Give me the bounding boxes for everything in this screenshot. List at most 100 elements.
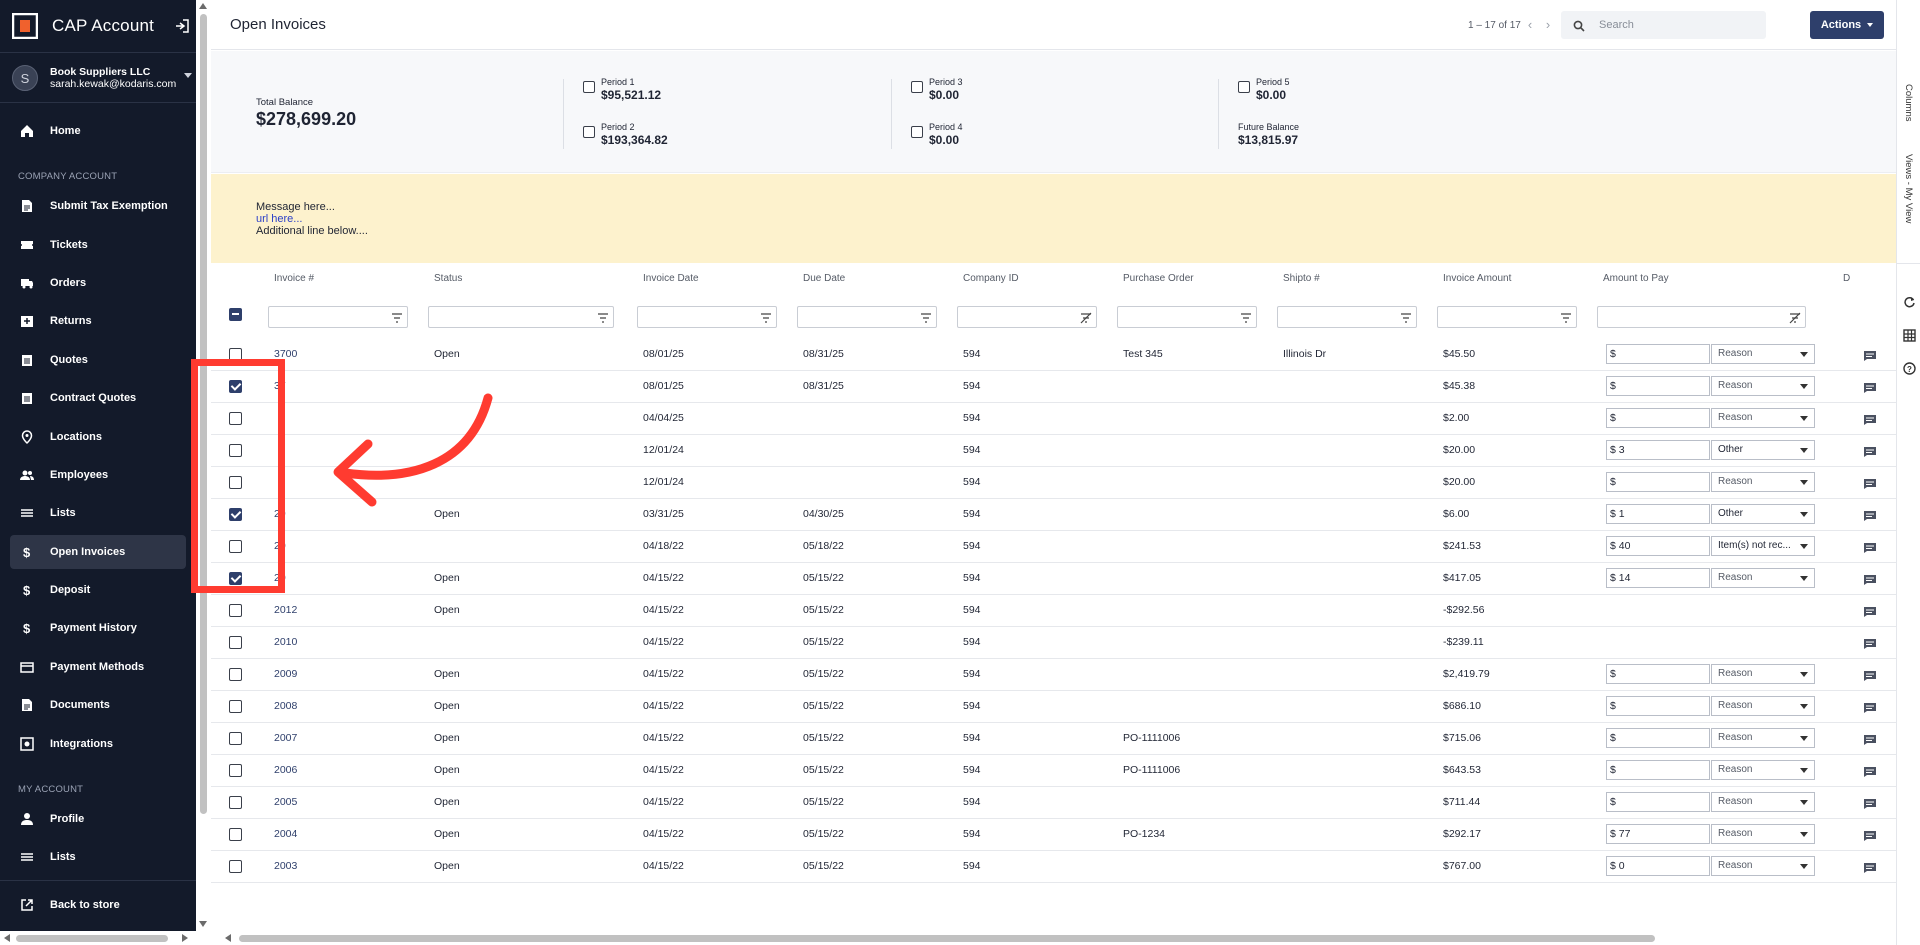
table-row[interactable]: 3700 Open 08/01/25 08/31/25 594 Test 345 Illin…: [211, 339, 1896, 371]
period-1[interactable]: Period 1 $95,521.12: [583, 77, 661, 102]
amount-to-pay-input[interactable]: $ 77: [1606, 824, 1710, 844]
comment-icon[interactable]: [1863, 861, 1877, 873]
sidebar-item-returns[interactable]: Returns: [10, 304, 186, 338]
period-1-checkbox[interactable]: [583, 81, 595, 93]
sidebar-horizontal-scrollbar[interactable]: [0, 931, 210, 945]
table-row[interactable]: 2012 Open 04/15/22 05/15/22 594 -$292.56: [211, 595, 1896, 627]
scroll-left-icon[interactable]: [225, 934, 231, 942]
table-row[interactable]: 2010 04/15/22 05/15/22 594 -$239.11: [211, 627, 1896, 659]
column-header-d[interactable]: D: [1843, 273, 1850, 284]
filter-input-status[interactable]: [428, 306, 614, 328]
scroll-right-icon[interactable]: [182, 934, 188, 942]
column-header-due-date[interactable]: Due Date: [803, 273, 845, 284]
table-row[interactable]: 2003 Open 04/15/22 05/15/22 594 $767.00 $ 0 Rea…: [211, 851, 1896, 883]
reason-select[interactable]: Reason: [1711, 568, 1815, 588]
sidebar-item-orders[interactable]: Orders: [10, 266, 186, 300]
column-header-invoice-date[interactable]: Invoice Date: [643, 273, 699, 284]
sidebar-item-tickets[interactable]: Tickets: [10, 228, 186, 262]
comment-icon[interactable]: [1863, 413, 1877, 425]
reason-select[interactable]: Reason: [1711, 760, 1815, 780]
sidebar-item-home[interactable]: Home: [10, 114, 186, 148]
comment-icon[interactable]: [1863, 637, 1877, 649]
sidebar-item-integrations[interactable]: Integrations: [10, 727, 186, 761]
filter-icon[interactable]: [391, 311, 403, 323]
amount-to-pay-input[interactable]: $: [1606, 728, 1710, 748]
comment-icon[interactable]: [1863, 509, 1877, 521]
scroll-down-icon[interactable]: [199, 921, 207, 927]
cell-invoice-number[interactable]: 2003: [274, 860, 297, 872]
reason-select[interactable]: Reason: [1711, 824, 1815, 844]
period-3[interactable]: Period 3 $0.00: [911, 77, 963, 102]
sidebar-item-documents[interactable]: Documents: [10, 688, 186, 722]
column-header-amount-to-pay[interactable]: Amount to Pay: [1603, 273, 1669, 284]
scroll-left-icon[interactable]: [4, 934, 10, 942]
period-4[interactable]: Period 4 $0.00: [911, 122, 963, 147]
filter-input-shipto[interactable]: [1277, 306, 1417, 328]
scrollbar-thumb[interactable]: [16, 935, 168, 942]
table-row[interactable]: 2004 Open 04/15/22 05/15/22 594 PO-1234 $292.1…: [211, 819, 1896, 851]
sidebar-item-quotes[interactable]: Quotes: [10, 343, 186, 377]
column-header-invoice-number[interactable]: Invoice #: [274, 273, 314, 284]
filter-icon[interactable]: [920, 311, 932, 323]
row-checkbox[interactable]: [229, 668, 242, 681]
period-3-checkbox[interactable]: [911, 81, 923, 93]
row-checkbox[interactable]: [229, 700, 242, 713]
reason-select[interactable]: Other: [1711, 440, 1815, 460]
search-input[interactable]: [1599, 19, 1759, 31]
row-checkbox[interactable]: [229, 732, 242, 745]
columns-panel-toggle[interactable]: Columns: [1903, 84, 1914, 122]
reason-select[interactable]: Reason: [1711, 728, 1815, 748]
column-header-invoice-amount[interactable]: Invoice Amount: [1443, 273, 1511, 284]
amount-to-pay-input[interactable]: $ 14: [1606, 568, 1710, 588]
reason-select[interactable]: Reason: [1711, 792, 1815, 812]
column-header-purchase-order[interactable]: Purchase Order: [1123, 273, 1194, 284]
cell-invoice-number[interactable]: 2008: [274, 700, 297, 712]
amount-to-pay-input[interactable]: $: [1606, 408, 1710, 428]
table-grid-icon[interactable]: [1903, 329, 1916, 342]
help-icon[interactable]: ?: [1903, 362, 1916, 375]
table-row[interactable]: 2007 Open 04/15/22 05/15/22 594 PO-1111006 $71…: [211, 723, 1896, 755]
comment-icon[interactable]: [1863, 605, 1877, 617]
sidebar-item-my-lists[interactable]: Lists: [10, 840, 186, 874]
actions-button[interactable]: Actions: [1810, 11, 1884, 39]
filter-input-invoice-number[interactable]: [268, 306, 408, 328]
table-row[interactable]: 2008 Open 04/15/22 05/15/22 594 $686.10 $ Reaso…: [211, 691, 1896, 723]
row-checkbox[interactable]: [229, 636, 242, 649]
scrollbar-thumb[interactable]: [239, 935, 1655, 942]
sidebar-item-employees[interactable]: Employees: [10, 458, 186, 492]
filter-icon[interactable]: [1400, 311, 1412, 323]
amount-to-pay-input[interactable]: $: [1606, 472, 1710, 492]
filter-input-invoice-amount[interactable]: [1437, 306, 1577, 328]
reason-select[interactable]: Other: [1711, 504, 1815, 524]
comment-icon[interactable]: [1863, 381, 1877, 393]
filter-input-amount-to-pay[interactable]: [1597, 306, 1806, 328]
sidebar-item-contract-quotes[interactable]: Contract Quotes: [10, 381, 186, 415]
table-row[interactable]: 2005 Open 04/15/22 05/15/22 594 $711.44 $ Reaso…: [211, 787, 1896, 819]
cell-invoice-number[interactable]: 2005: [274, 796, 297, 808]
sidebar-item-lists[interactable]: Lists: [10, 496, 186, 530]
kodaris-logo-icon[interactable]: [12, 13, 38, 39]
table-row[interactable]: 20 04/18/22 05/18/22 594 $241.53 $ 40 Item(s) …: [211, 531, 1896, 563]
period-5[interactable]: Period 5 $0.00: [1238, 77, 1290, 102]
comment-icon[interactable]: [1863, 669, 1877, 681]
comment-icon[interactable]: [1863, 829, 1877, 841]
amount-to-pay-input[interactable]: $ 0: [1606, 856, 1710, 876]
amount-to-pay-input[interactable]: $: [1606, 376, 1710, 396]
reason-select[interactable]: Reason: [1711, 408, 1815, 428]
sidebar-item-locations[interactable]: Locations: [10, 420, 186, 454]
comment-icon[interactable]: [1863, 445, 1877, 457]
comment-icon[interactable]: [1863, 573, 1877, 585]
grid-horizontal-scrollbar[interactable]: [211, 931, 1896, 945]
comment-icon[interactable]: [1863, 701, 1877, 713]
sidebar-item-deposit[interactable]: $ Deposit: [10, 573, 186, 607]
reason-select[interactable]: Item(s) not rec...: [1711, 536, 1815, 556]
amount-to-pay-input[interactable]: $ 3: [1606, 440, 1710, 460]
cell-invoice-number[interactable]: 2007: [274, 732, 297, 744]
comment-icon[interactable]: [1863, 541, 1877, 553]
comment-icon[interactable]: [1863, 477, 1877, 489]
select-all-checkbox[interactable]: [229, 308, 242, 321]
table-row[interactable]: 2009 Open 04/15/22 05/15/22 594 $2,419.79 $ Rea…: [211, 659, 1896, 691]
period-2-checkbox[interactable]: [583, 126, 595, 138]
amount-to-pay-input[interactable]: $: [1606, 696, 1710, 716]
row-checkbox[interactable]: [229, 796, 242, 809]
